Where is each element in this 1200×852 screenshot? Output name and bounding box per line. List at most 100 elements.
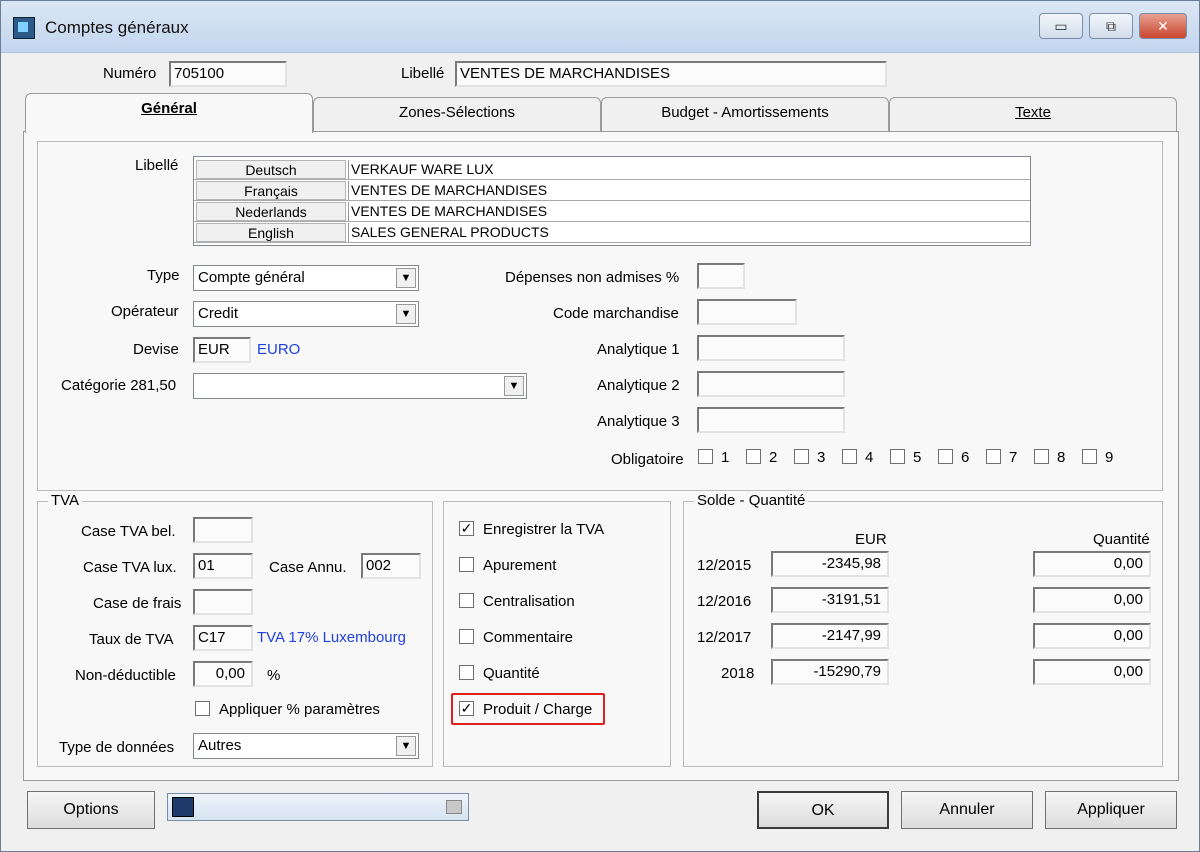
enregistrer-tva-label: Enregistrer la TVA [483, 521, 605, 538]
solde-qty-field: 0,00 [1033, 587, 1151, 613]
obligatoire-num: 8 [1057, 449, 1066, 466]
analytique3-field[interactable] [697, 407, 845, 433]
lang-libelle-label: Libellé [135, 157, 179, 174]
language-row[interactable]: Deutsch VERKAUF WARE LUX [194, 159, 1030, 180]
minimize-button[interactable]: ▭ [1039, 13, 1083, 39]
chevron-down-icon[interactable]: ▼ [504, 376, 524, 396]
chevron-down-icon[interactable]: ▼ [396, 304, 416, 324]
analytique3-label: Analytique 3 [597, 413, 680, 430]
obligatoire-checkbox-1[interactable] [698, 449, 713, 464]
type-label: Type [147, 267, 180, 284]
case-tva-lux-field[interactable]: 01 [193, 553, 253, 579]
restore-button[interactable]: ⧉ [1089, 13, 1133, 39]
analytique1-label: Analytique 1 [597, 341, 680, 358]
analytique1-field[interactable] [697, 335, 845, 361]
title-bar: Comptes généraux ▭ ⧉ ✕ [1, 1, 1199, 53]
chevron-down-icon[interactable]: ▼ [396, 736, 416, 756]
annuler-button[interactable]: Annuler [901, 791, 1033, 829]
language-name: English [196, 223, 346, 242]
non-deductible-field[interactable]: 0,00 [193, 661, 253, 687]
libelle-field[interactable]: VENTES DE MARCHANDISES [455, 61, 887, 87]
case-frais-field[interactable] [193, 589, 253, 615]
enregistrer-tva-checkbox[interactable]: ✓ [459, 521, 474, 536]
options-button[interactable]: Options [27, 791, 155, 829]
type-donnees-select[interactable]: Autres ▼ [193, 733, 419, 759]
centralisation-checkbox[interactable] [459, 593, 474, 608]
devise-field[interactable]: EUR [193, 337, 251, 363]
case-annu-field[interactable]: 002 [361, 553, 421, 579]
obligatoire-num: 4 [865, 449, 874, 466]
language-value[interactable]: SALES GENERAL PRODUCTS [348, 223, 1028, 242]
operateur-select[interactable]: Credit ▼ [193, 301, 419, 327]
tab-texte[interactable]: Texte [889, 97, 1177, 131]
appliquer-parametres-checkbox[interactable] [195, 701, 210, 716]
obligatoire-checkbox-9[interactable] [1082, 449, 1097, 464]
commentaire-checkbox[interactable] [459, 629, 474, 644]
period-label: 2018 [721, 665, 755, 682]
taux-tva-label: Taux de TVA [89, 631, 174, 648]
taux-tva-field[interactable]: C17 [193, 625, 253, 651]
language-grid: Deutsch VERKAUF WARE LUX Français VENTES… [193, 156, 1031, 246]
status-bar [167, 793, 469, 821]
analytique2-field[interactable] [697, 371, 845, 397]
solde-eur-field: -15290,79 [771, 659, 889, 685]
period-label: 12/2015 [697, 557, 752, 574]
tab-general[interactable]: Général [25, 93, 313, 133]
solde-qty-field: 0,00 [1033, 623, 1151, 649]
produit-charge-checkbox[interactable]: ✓ [459, 701, 474, 716]
case-tva-lux-label: Case TVA lux. [83, 559, 177, 576]
solde-eur-field: -3191,51 [771, 587, 889, 613]
obligatoire-checkbox-2[interactable] [746, 449, 761, 464]
obligatoire-checkbox-4[interactable] [842, 449, 857, 464]
obligatoire-num: 2 [769, 449, 778, 466]
appliquer-parametres-label: Appliquer % paramètres [219, 701, 380, 718]
depenses-field[interactable] [697, 263, 745, 289]
type-value: Compte général [198, 269, 305, 286]
tab-zones-selections[interactable]: Zones-Sélections [313, 97, 601, 131]
ok-button[interactable]: OK [757, 791, 889, 829]
numero-field[interactable]: 705100 [169, 61, 287, 87]
obligatoire-num: 7 [1009, 449, 1018, 466]
window-title: Comptes généraux [45, 18, 189, 37]
chevron-down-icon[interactable]: ▼ [396, 268, 416, 288]
quantite-checkbox[interactable] [459, 665, 474, 680]
solde-title: Solde - Quantité [694, 492, 809, 509]
libelle-label: Libellé [401, 65, 445, 82]
col-quantite-header: Quantité [1093, 531, 1150, 548]
period-label: 12/2016 [697, 593, 752, 610]
obligatoire-checkbox-8[interactable] [1034, 449, 1049, 464]
type-donnees-label: Type de données [59, 739, 175, 756]
language-value[interactable]: VENTES DE MARCHANDISES [348, 181, 1028, 200]
tab-budget-amortissements[interactable]: Budget - Amortissements [601, 97, 889, 131]
type-donnees-value: Autres [198, 737, 242, 754]
period-label: 12/2017 [697, 629, 752, 646]
obligatoire-label: Obligatoire [611, 451, 684, 468]
language-row[interactable]: Français VENTES DE MARCHANDISES [194, 180, 1030, 201]
tva-title: TVA [48, 492, 83, 509]
case-tva-bel-field[interactable] [193, 517, 253, 543]
obligatoire-checkbox-3[interactable] [794, 449, 809, 464]
obligatoire-checkbox-6[interactable] [938, 449, 953, 464]
obligatoire-num: 5 [913, 449, 922, 466]
quantite-label: Quantité [483, 665, 540, 682]
code-marchandise-field[interactable] [697, 299, 797, 325]
obligatoire-checkbox-7[interactable] [986, 449, 1001, 464]
case-tva-bel-label: Case TVA bel. [81, 523, 176, 540]
solde-qty-field: 0,00 [1033, 659, 1151, 685]
type-select[interactable]: Compte général ▼ [193, 265, 419, 291]
language-row[interactable]: English SALES GENERAL PRODUCTS [194, 222, 1030, 243]
solde-qty-field: 0,00 [1033, 551, 1151, 577]
categorie-select[interactable]: ▼ [193, 373, 527, 399]
language-name: Deutsch [196, 160, 346, 179]
solde-eur-field: -2345,98 [771, 551, 889, 577]
language-value[interactable]: VERKAUF WARE LUX [348, 160, 1028, 179]
language-value[interactable]: VENTES DE MARCHANDISES [348, 202, 1028, 221]
obligatoire-num: 3 [817, 449, 826, 466]
close-button[interactable]: ✕ [1139, 13, 1187, 39]
numero-label: Numéro [103, 65, 157, 82]
apurement-checkbox[interactable] [459, 557, 474, 572]
app-icon [13, 17, 35, 39]
obligatoire-checkbox-5[interactable] [890, 449, 905, 464]
appliquer-button[interactable]: Appliquer [1045, 791, 1177, 829]
language-row[interactable]: Nederlands VENTES DE MARCHANDISES [194, 201, 1030, 222]
